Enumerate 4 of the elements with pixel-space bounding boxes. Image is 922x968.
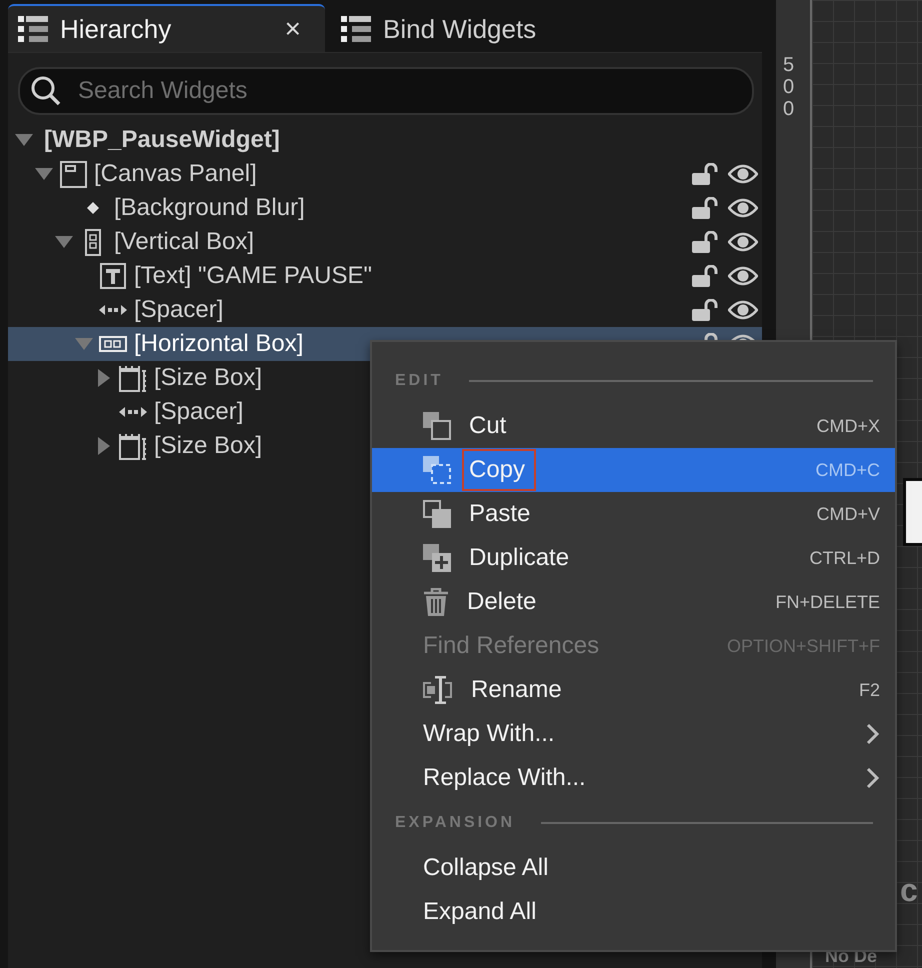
section-heading: EDIT — [395, 372, 444, 390]
section-heading: EXPANSION — [395, 814, 516, 832]
ruler-label: 500 — [783, 54, 796, 120]
canvas-text: c — [900, 874, 918, 906]
